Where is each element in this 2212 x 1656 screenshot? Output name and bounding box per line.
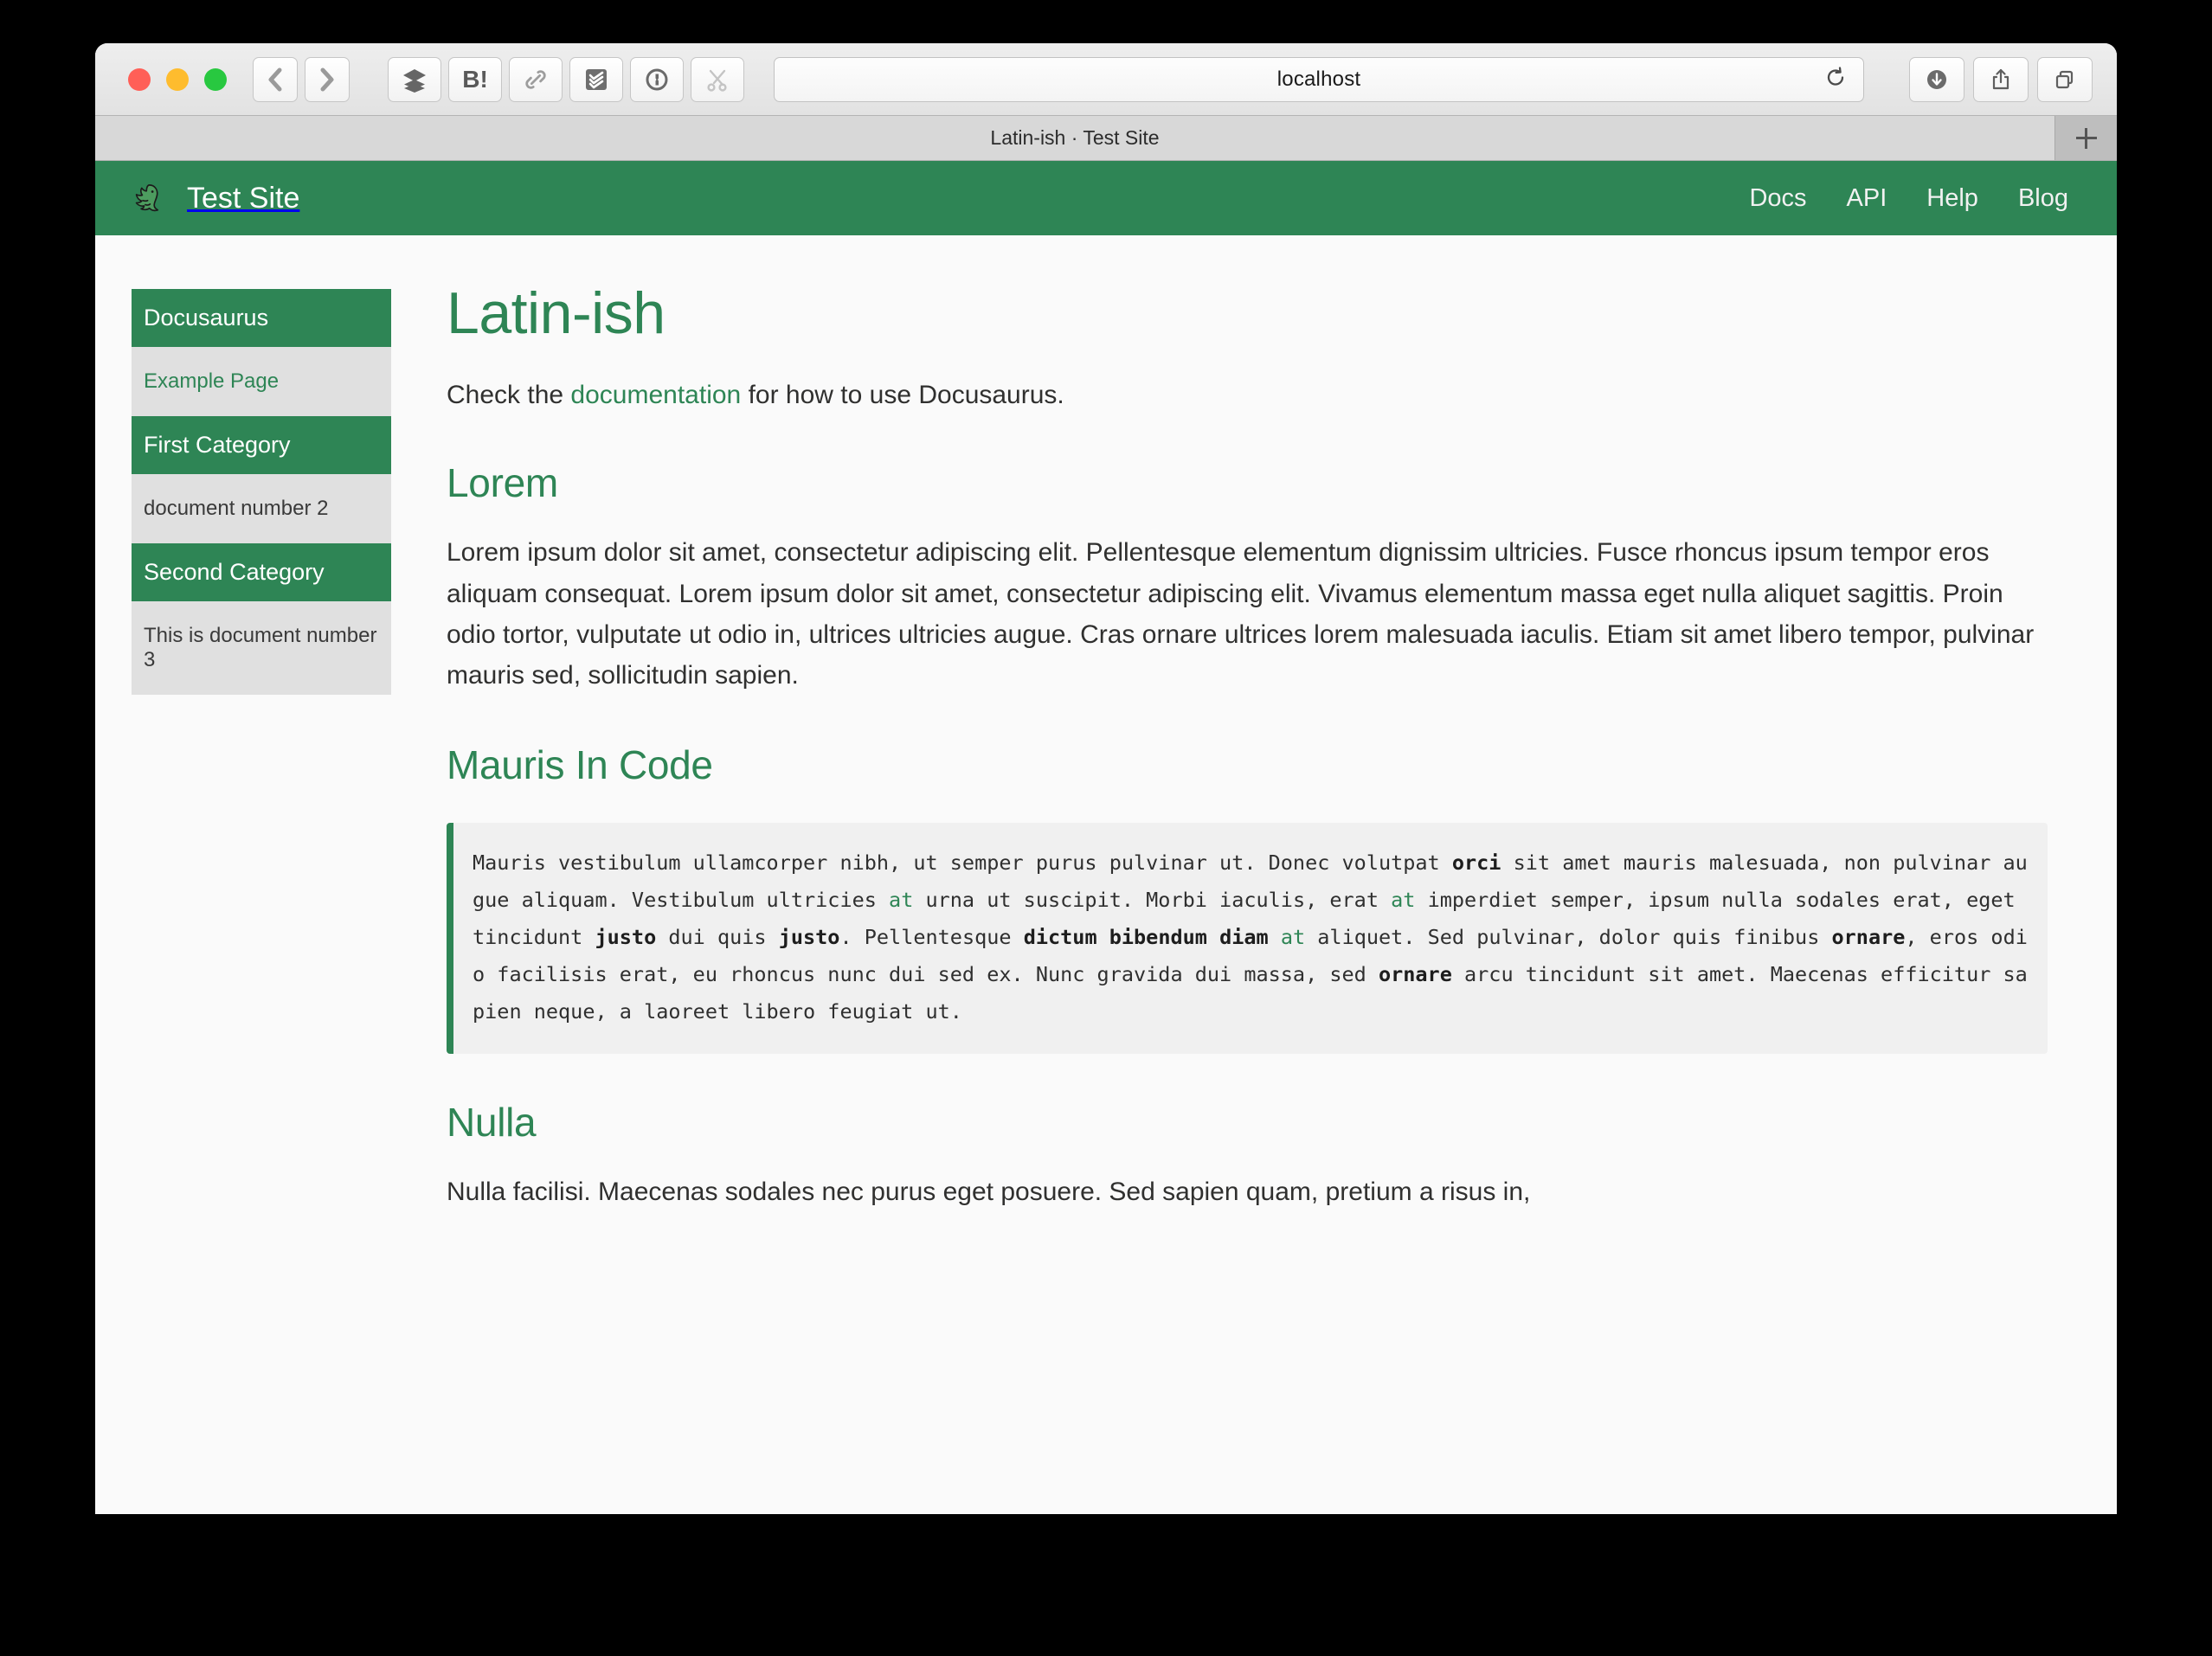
zoom-window-button[interactable]	[204, 67, 227, 91]
back-button[interactable]	[253, 56, 298, 102]
section-heading-mauris-in-code: Mauris In Code	[447, 741, 713, 787]
sidebar-group-second: This is document number 3	[132, 601, 391, 695]
code-block-content: Mauris vestibulum ullamcorper nibh, ut s…	[473, 850, 2028, 1024]
share-icon	[1992, 68, 2009, 89]
bang-extension-button[interactable]: B!	[448, 56, 502, 102]
close-window-button[interactable]	[128, 67, 151, 91]
checklist-icon	[586, 68, 607, 90]
tools-extension-button[interactable]	[691, 56, 744, 102]
password-extension-button[interactable]	[630, 56, 684, 102]
section-paragraph-nulla: Nulla facilisi. Maecenas sodales nec pur…	[447, 1178, 1531, 1207]
tab-overview-button[interactable]	[2037, 56, 2093, 102]
nav-link-help[interactable]: Help	[1926, 184, 1978, 213]
navigation-buttons	[253, 56, 350, 102]
layers-extension-button[interactable]	[388, 56, 441, 102]
checklist-extension-button[interactable]	[569, 56, 623, 102]
lead-text-after: for how to use Docusaurus.	[741, 381, 1064, 410]
site-navbar: Test Site Docs API Help Blog	[95, 161, 2117, 235]
sidebar-category-docusaurus[interactable]: Docusaurus	[132, 289, 391, 347]
site-nav-links: Docs API Help Blog	[1749, 184, 2068, 213]
site-brand-title: Test Site	[187, 181, 300, 215]
new-tab-button[interactable]	[2054, 116, 2117, 160]
section-paragraph-lorem: Lorem ipsum dolor sit amet, consectetur …	[447, 538, 2035, 690]
stack-icon	[403, 68, 426, 93]
browser-toolbar: B! localhost	[95, 43, 2117, 116]
sidebar-category-second[interactable]: Second Category	[132, 543, 391, 601]
page-title: Latin-ish	[447, 280, 666, 346]
sidebar-group-docusaurus: Example Page	[132, 347, 391, 416]
share-button[interactable]	[1973, 56, 2029, 102]
scissors-wrench-icon	[707, 69, 727, 92]
reload-button[interactable]	[1823, 65, 1848, 93]
downloads-button[interactable]	[1909, 56, 1964, 102]
doc-article: Latin-ish Check the documentation for ho…	[447, 270, 2048, 1213]
extension-buttons: B!	[388, 56, 744, 102]
code-block[interactable]: Mauris vestibulum ullamcorper nibh, ut s…	[447, 822, 2048, 1055]
forward-button[interactable]	[305, 56, 350, 102]
chevron-right-icon	[320, 67, 334, 91]
chevron-left-icon	[268, 67, 282, 91]
lead-paragraph: Check the documentation for how to use D…	[447, 375, 2048, 414]
nav-link-docs[interactable]: Docs	[1749, 184, 1806, 213]
toolbar-right-buttons	[1909, 56, 2093, 102]
sidebar-item-document-number-2[interactable]: document number 2	[132, 474, 391, 543]
browser-tab-title: Latin-ish · Test Site	[990, 126, 1160, 149]
address-bar[interactable]: localhost	[774, 56, 1864, 102]
browser-window: B! localhost Latin-ish · Test Site Test …	[95, 43, 2117, 1514]
documentation-link[interactable]: documentation	[570, 381, 741, 409]
sidebar-category-first[interactable]: First Category	[132, 416, 391, 474]
link-extension-button[interactable]	[509, 56, 563, 102]
site-brand-link[interactable]: Test Site	[130, 179, 299, 217]
nav-link-api[interactable]: API	[1847, 184, 1887, 213]
reload-icon	[1827, 66, 1844, 86]
window-controls	[128, 67, 227, 91]
tab-overview-icon	[2055, 70, 2074, 88]
sidebar-item-example-page[interactable]: Example Page	[132, 347, 391, 416]
docusaurus-dinosaur-logo	[135, 184, 159, 212]
download-icon	[1927, 69, 1946, 89]
tab-bar: Latin-ish · Test Site	[95, 116, 2117, 161]
address-bar-url: localhost	[1276, 67, 1361, 91]
nav-link-blog[interactable]: Blog	[2018, 184, 2068, 213]
browser-tab[interactable]: Latin-ish · Test Site	[95, 116, 2054, 160]
section-heading-lorem: Lorem	[447, 460, 558, 506]
minimize-window-button[interactable]	[166, 67, 189, 91]
lead-text-before: Check the	[447, 381, 571, 410]
onepassword-keyhole-icon	[646, 68, 668, 90]
chain-link-icon	[525, 69, 546, 89]
page-body: Docusaurus Example Page First Category d…	[95, 235, 2117, 1513]
b-bang-icon: B!	[462, 65, 488, 93]
sidebar-item-document-number-3[interactable]: This is document number 3	[132, 601, 391, 695]
docs-sidebar: Docusaurus Example Page First Category d…	[132, 289, 391, 695]
sidebar-group-first: document number 2	[132, 474, 391, 543]
page-viewport: Test Site Docs API Help Blog Docusaurus …	[95, 161, 2117, 1513]
section-heading-nulla: Nulla	[447, 1100, 537, 1146]
